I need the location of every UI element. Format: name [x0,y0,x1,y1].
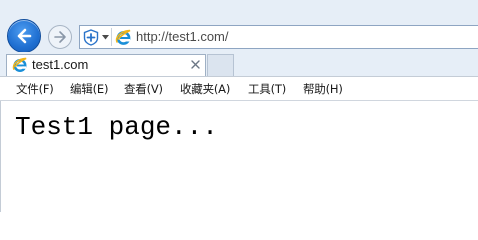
tab-favicon [12,57,28,73]
chevron-down-icon [101,34,109,39]
forward-arrow-icon [54,31,66,43]
menu-view[interactable]: 查看(V) [124,80,163,98]
tab-close-button[interactable] [188,57,202,71]
content-border [0,101,1,212]
compatibility-view-button[interactable] [82,28,100,46]
compatibility-view-icon [83,28,99,46]
back-button[interactable] [7,19,41,53]
ie-logo-icon [115,29,131,45]
close-icon [190,59,200,69]
menu-favorites[interactable]: 收藏夹(A) [180,80,230,98]
compatibility-dropdown[interactable] [101,31,109,43]
menu-file[interactable]: 文件(F) [16,80,54,98]
forward-button[interactable] [48,25,72,49]
tab-title: test1.com [32,57,89,72]
menu-edit[interactable]: 编辑(E) [70,80,108,98]
site-icon [115,29,132,46]
menu-help[interactable]: 帮助(H) [303,80,343,98]
address-separator [111,28,112,46]
page-body-text: Test1 page... [15,112,218,142]
back-arrow-icon [17,28,32,44]
address-url[interactable]: http://test1.com/ [136,28,229,46]
menu-tools[interactable]: 工具(T) [248,80,286,98]
ie-logo-icon [12,57,27,72]
new-tab-button[interactable] [207,54,234,76]
